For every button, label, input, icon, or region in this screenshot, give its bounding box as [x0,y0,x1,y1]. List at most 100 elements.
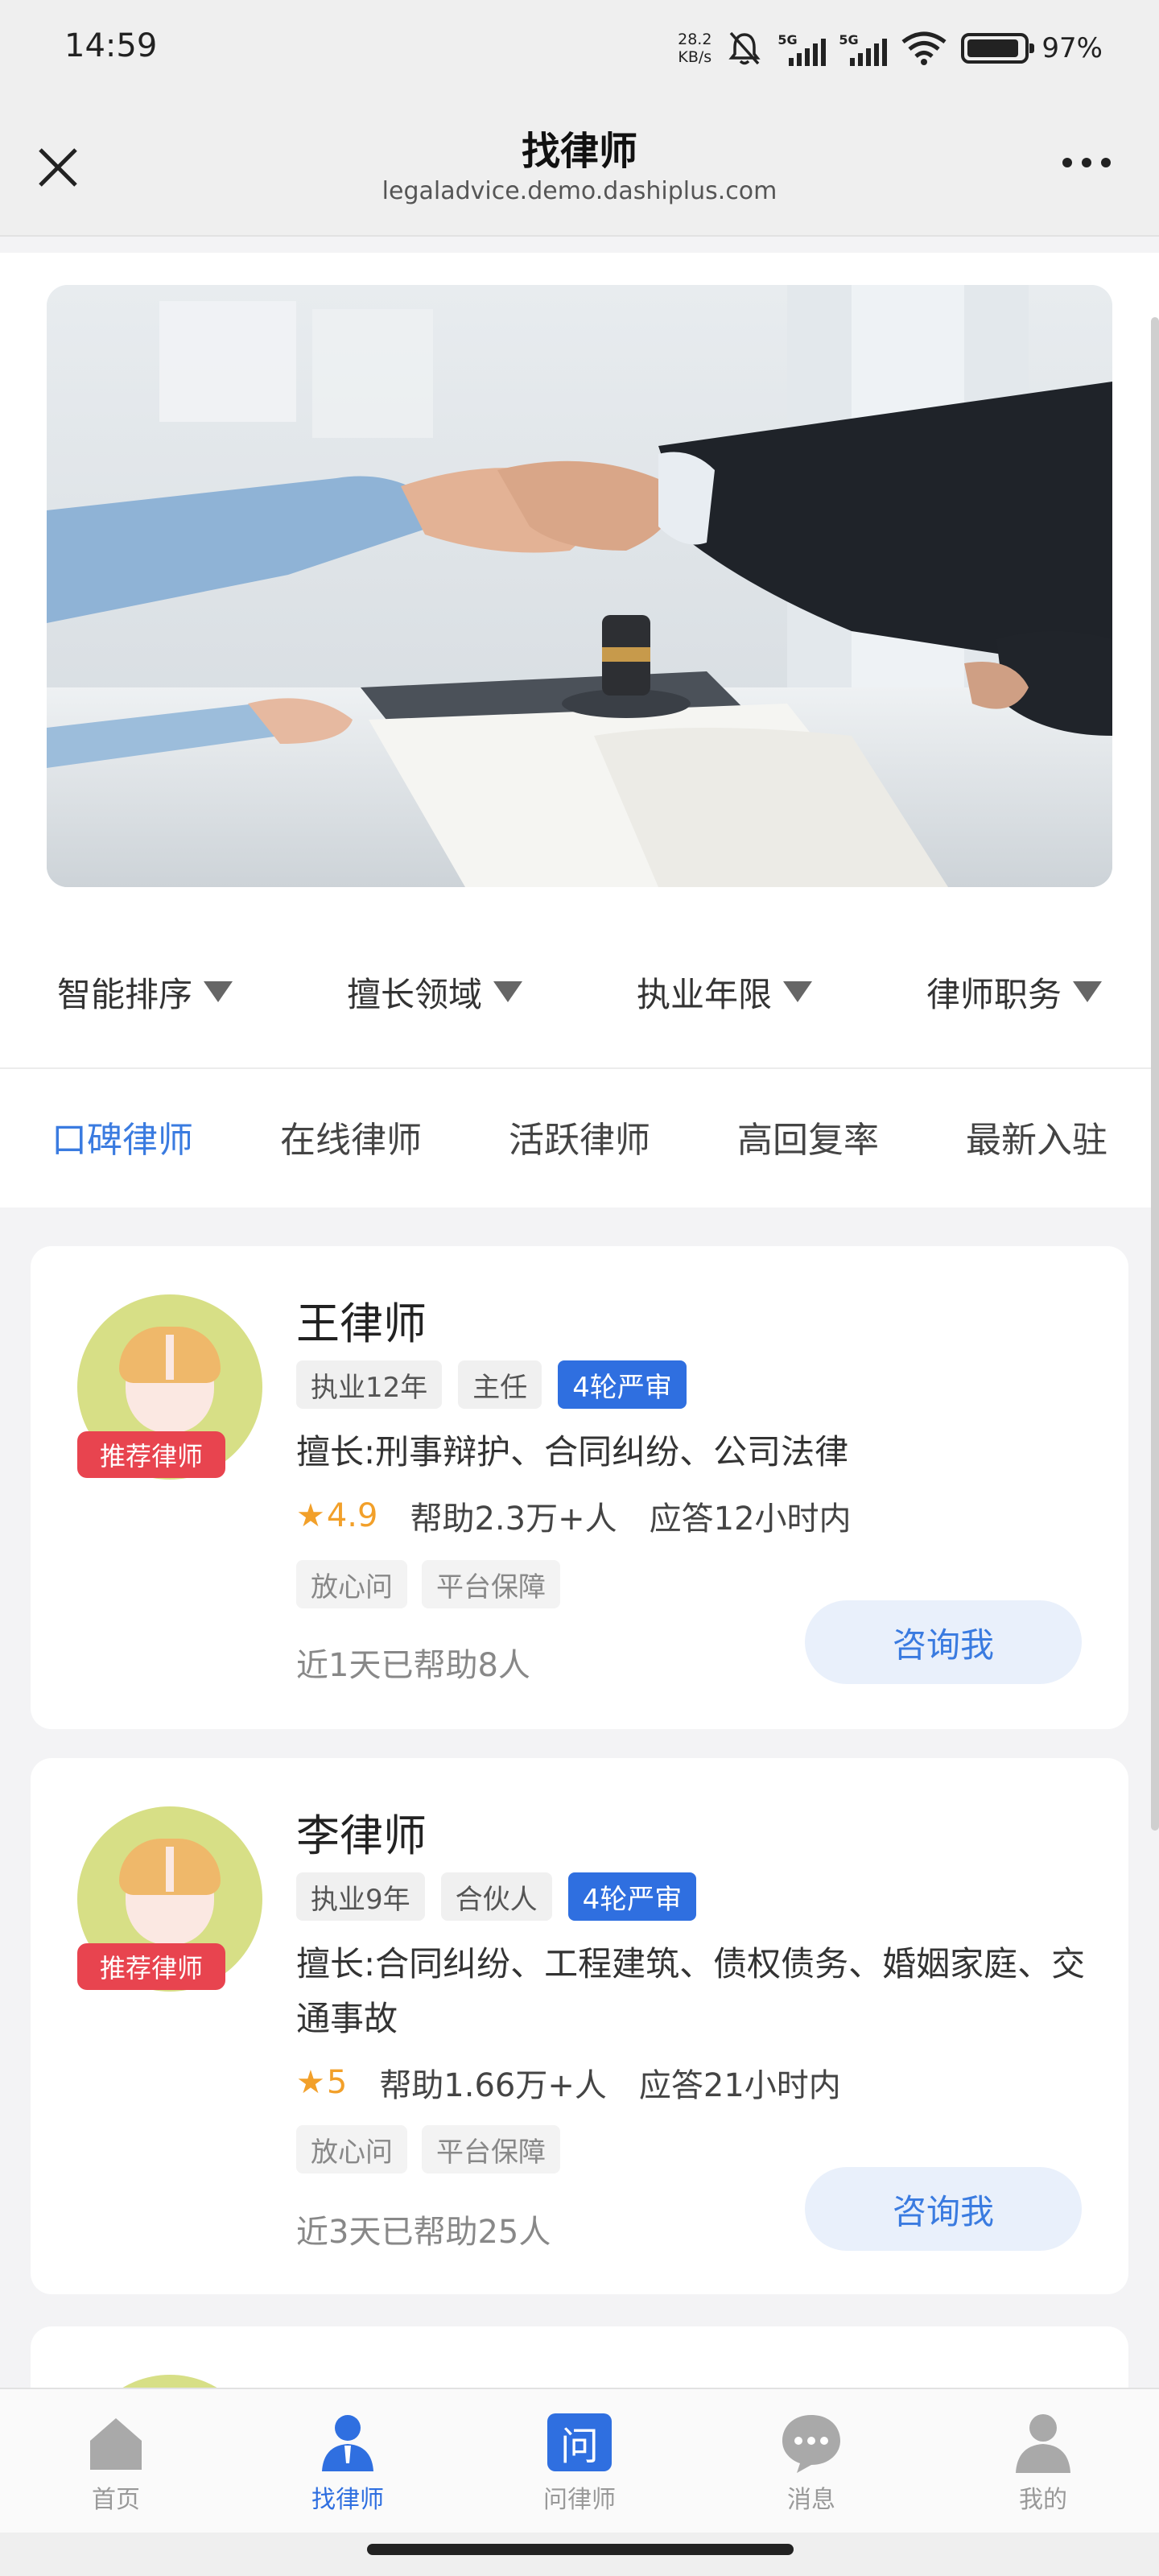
guarantee-badges: 放心问 平台保障 [296,2125,560,2174]
status-time: 14:59 [64,27,158,64]
tabbar-ask-lawyer[interactable]: 问 问律师 [464,2389,695,2533]
dropdown-triangle-icon [493,981,522,1002]
tabbar-profile-label: 我的 [1019,2486,1067,2514]
tab-high-reply[interactable]: 高回复率 [737,1111,879,1162]
review-tag: 4轮严审 [558,1360,687,1409]
handshake-illustration [47,285,1112,887]
lawyer-name[interactable]: 李律师 [296,1800,427,1864]
guarantee-badge: 放心问 [296,2125,407,2174]
consult-button[interactable]: 咨询我 [805,2167,1082,2251]
divider [0,1067,1159,1069]
filter-field[interactable]: 擅长领域 [290,952,580,1032]
tab-online[interactable]: 在线律师 [280,1111,422,1162]
banner-image[interactable] [47,285,1112,887]
tabbar-profile[interactable]: 我的 [927,2389,1159,2533]
home-indicator-area [0,2533,1159,2576]
lawyer-card[interactable]: 推荐律师 李律师 执业9年 合伙人 4轮严审 擅长:合同纠纷、工程建筑、债权债务… [31,1758,1128,2294]
tab-active[interactable]: 活跃律师 [509,1111,650,1162]
position-tag: 主任 [458,1360,542,1409]
lawyer-stats: ★ 4.9 帮助2.3万+人 应答12小时内 [296,1492,852,1539]
tab-newest[interactable]: 最新入驻 [966,1111,1107,1162]
home-icon [90,2418,142,2470]
speciality-text: 擅长:合同纠纷、工程建筑、债权债务、婚姻家庭、交通事故 [296,1944,1086,2038]
signal-2-label: 5G [839,32,859,47]
recommend-badge: 推荐律师 [77,1431,225,1478]
guarantee-badge: 平台保障 [422,1560,560,1608]
message-icon [782,2415,840,2473]
rating-value: 5 [326,2064,348,2101]
recent-help: 近1天已帮助8人 [296,1647,530,1684]
guarantee-badges: 放心问 平台保障 [296,1560,560,1608]
page-url: legaladvice.demo.dashiplus.com [382,177,777,205]
lawyer-name[interactable]: 王律师 [296,1288,427,1352]
star-icon: ★ [296,1497,325,1534]
speciality-text: 擅长:刑事辩护、合同纠纷、公司法律 [296,1432,849,1472]
signal-1-icon: 5G [777,31,827,66]
filter-position-label: 律师职务 [926,974,1062,1014]
nav-header: 找律师 legaladvice.demo.dashiplus.com [0,95,1159,237]
years-tag: 执业12年 [296,1360,443,1409]
filter-years[interactable]: 执业年限 [580,952,869,1032]
bell-muted-icon [728,31,761,65]
filter-position[interactable]: 律师职务 [869,952,1159,1032]
rating: ★ 5 [296,2064,347,2101]
rating: ★ 4.9 [296,1497,377,1534]
network-speed-value: 28.2 [678,31,712,48]
avatar[interactable] [77,2375,262,2388]
lawyer-stats: ★ 5 帮助1.66万+人 应答21小时内 [296,2059,841,2106]
lawyer-card[interactable]: 推荐律师 王律师 执业12年 主任 4轮严审 擅长:刑事辩护、合同纠纷、公司法律… [31,1246,1128,1729]
star-icon: ★ [296,2064,325,2101]
recent-help: 近3天已帮助25人 [296,2214,551,2251]
scrollbar[interactable] [1151,317,1159,1831]
position-tag: 合伙人 [440,1872,552,1921]
rating-value: 4.9 [326,1497,378,1534]
dropdown-triangle-icon [783,981,812,1002]
tabbar-find-lawyer-label: 找律师 [311,2486,384,2514]
battery-percent: 97% [1041,32,1103,64]
dropdown-triangle-icon [204,981,233,1002]
review-tag: 4轮严审 [567,1872,697,1921]
status-icons: 28.2 KB/s 5G 5G 97% [678,24,1103,72]
filter-years-label: 执业年限 [636,974,772,1014]
filter-sort[interactable]: 智能排序 [0,952,290,1032]
profile-icon [1016,2414,1070,2473]
tabbar-home[interactable]: 首页 [0,2389,232,2533]
lawyer-card[interactable] [31,2326,1128,2388]
tab-reputation[interactable]: 口碑律师 [52,1111,193,1162]
signal-2-icon: 5G [839,31,888,66]
guarantee-badge: 放心问 [296,1560,407,1608]
network-speed: 28.2 KB/s [678,31,711,66]
tabbar-messages[interactable]: 消息 [695,2389,927,2533]
status-bar: 14:59 28.2 KB/s 5G 5G 97% [0,0,1159,95]
page-title: 找律师 [521,129,637,174]
lawyer-icon [322,2415,373,2471]
tabbar-messages-label: 消息 [787,2486,835,2514]
lawyer-tags: 执业9年 合伙人 4轮严审 [296,1872,697,1921]
response-time: 应答21小时内 [638,2067,841,2104]
filter-field-label: 擅长领域 [346,974,482,1014]
filter-bar: 智能排序 擅长领域 执业年限 律师职务 [0,952,1159,1032]
wifi-icon [901,31,947,65]
tabbar-home-label: 首页 [92,2486,140,2514]
signal-1-label: 5G [777,32,798,47]
lawyer-tags: 执业12年 主任 4轮严审 [296,1360,687,1409]
recommend-badge: 推荐律师 [77,1943,225,1990]
filter-sort-label: 智能排序 [56,974,192,1014]
tabbar-find-lawyer[interactable]: 找律师 [232,2389,464,2533]
years-tag: 执业9年 [296,1872,425,1921]
guarantee-badge: 平台保障 [422,2125,560,2174]
ask-icon-glyph: 问 [547,2413,612,2471]
network-speed-unit: KB/s [678,48,712,66]
consult-button[interactable]: 咨询我 [805,1600,1082,1684]
more-icon[interactable] [1062,158,1111,167]
helped-count: 帮助1.66万+人 [379,2067,607,2104]
response-time: 应答12小时内 [649,1501,852,1538]
category-tabs: 口碑律师 在线律师 活跃律师 高回复率 最新入驻 [0,1072,1159,1201]
dropdown-triangle-icon [1073,981,1102,1002]
helped-count: 帮助2.3万+人 [410,1501,617,1538]
tabbar-ask-lawyer-label: 问律师 [543,2486,616,2514]
main-content[interactable]: 智能排序 擅长领域 执业年限 律师职务 口碑律师 在线律师 活跃律师 高回复率 … [0,238,1159,2388]
bottom-tab-bar: 首页 找律师 问 问律师 消息 我的 [0,2388,1159,2533]
battery-icon [961,33,1035,64]
home-indicator[interactable] [367,2544,794,2555]
